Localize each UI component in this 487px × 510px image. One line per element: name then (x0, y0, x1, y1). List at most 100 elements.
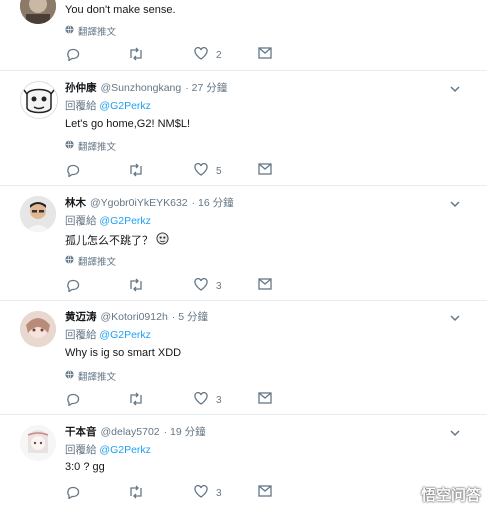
translate-label: 翻譯推文 (78, 142, 117, 153)
avatar[interactable] (20, 196, 56, 232)
retweet-icon (128, 392, 144, 409)
reply-button[interactable] (66, 392, 80, 409)
translate-globe-icon (65, 140, 74, 152)
timestamp[interactable]: · 16 分鐘 (192, 197, 234, 209)
tweet-text: 孤儿怎么不跳了？ (65, 235, 153, 247)
handle[interactable]: @Ygobr0iYkEYK632 (90, 197, 188, 209)
action-bar: 3 (66, 484, 286, 502)
mention-link[interactable]: @G2Perkz (99, 329, 151, 341)
reply-icon (66, 278, 80, 295)
handle[interactable]: @delay5702 (101, 426, 160, 438)
like-icon (194, 162, 208, 179)
retweet-button[interactable] (128, 163, 144, 180)
translate-link[interactable]: 翻譯推文 (65, 254, 116, 268)
translate-link[interactable]: 翻譯推文 (65, 369, 116, 383)
tweet-0[interactable]: You don't make sense. 翻譯推文 2 (0, 0, 487, 71)
message-button[interactable] (258, 163, 272, 178)
tweet-body: 孤儿怎么不跳了？ (65, 232, 169, 248)
emoji-icon (156, 232, 169, 248)
like-count: 5 (216, 165, 222, 177)
like-count: 3 (216, 487, 222, 499)
chevron-down-icon[interactable] (449, 82, 461, 94)
message-icon (258, 485, 272, 500)
chevron-down-icon[interactable] (449, 311, 461, 323)
mention-link[interactable]: @G2Perkz (99, 444, 151, 456)
retweet-button[interactable] (128, 278, 144, 295)
tweet-text: Let's go home,G2! NM$L! (65, 118, 190, 130)
like-button[interactable]: 3 (194, 484, 222, 501)
translate-globe-icon (65, 25, 74, 37)
watermark-logo-icon (396, 482, 417, 506)
reply-button[interactable] (66, 47, 80, 64)
mention-link[interactable]: @G2Perkz (99, 215, 151, 227)
like-icon (194, 277, 208, 294)
retweet-icon (128, 278, 144, 295)
retweet-icon (128, 47, 144, 64)
like-button[interactable]: 2 (194, 46, 222, 63)
reply-context: 回覆給 @G2Perkz (65, 100, 151, 112)
action-bar: 5 (66, 162, 286, 180)
retweet-icon (128, 485, 144, 502)
display-name[interactable]: 孙仲康 (65, 82, 97, 94)
tweet-3[interactable]: 黄迈涛 @Kotori0912h · 5 分鐘 回覆給 @G2Perkz Why i… (0, 301, 487, 415)
display-name[interactable]: 黄迈涛 (65, 311, 97, 323)
retweet-button[interactable] (128, 47, 144, 64)
like-count: 3 (216, 280, 222, 292)
tweet-text: 3:0 ? gg (65, 461, 105, 473)
translate-link[interactable]: 翻譯推文 (65, 139, 116, 153)
reply-icon (66, 47, 80, 64)
tweet-1[interactable]: 孙仲康 @Sunzhongkang · 27 分鐘 回覆給 @G2Perkz Let… (0, 71, 487, 186)
tweet-text: Why is ig so smart XDD (65, 347, 182, 359)
reply-icon (66, 392, 80, 409)
message-icon (258, 163, 272, 178)
timestamp[interactable]: · 5 分鐘 (172, 311, 208, 323)
avatar[interactable] (20, 81, 58, 119)
translate-link[interactable]: 翻譯推文 (65, 24, 116, 38)
like-icon (194, 484, 208, 501)
like-count: 3 (216, 394, 222, 406)
like-icon (194, 46, 208, 63)
like-icon (194, 391, 208, 408)
translate-label: 翻譯推文 (78, 372, 117, 383)
like-button[interactable]: 3 (194, 277, 222, 294)
action-bar: 3 (66, 391, 286, 409)
avatar[interactable] (20, 425, 56, 461)
reply-button[interactable] (66, 278, 80, 295)
retweet-button[interactable] (128, 392, 144, 409)
translate-globe-icon (65, 370, 74, 382)
retweet-button[interactable] (128, 485, 144, 502)
action-bar: 2 (66, 46, 286, 64)
message-icon (258, 47, 272, 62)
reply-button[interactable] (66, 485, 80, 502)
mention-link[interactable]: @G2Perkz (99, 100, 151, 112)
retweet-icon (128, 163, 144, 180)
reply-context: 回覆給 @G2Perkz (65, 329, 151, 341)
message-button[interactable] (258, 47, 272, 62)
translate-globe-icon (65, 255, 74, 267)
display-name[interactable]: 林木 (65, 197, 86, 209)
message-button[interactable] (258, 278, 272, 293)
message-button[interactable] (258, 485, 272, 500)
like-button[interactable]: 5 (194, 162, 222, 179)
tweet-2[interactable]: 林木 @Ygobr0iYkEYK632 · 16 分鐘 回覆給 @G2Perkz 孤… (0, 186, 487, 301)
chevron-down-icon[interactable] (449, 197, 461, 209)
handle[interactable]: @Kotori0912h (101, 311, 168, 323)
reply-context: 回覆給 @G2Perkz (65, 215, 151, 227)
reply-icon (66, 485, 80, 502)
tweet-text: You don't make sense. (65, 4, 176, 16)
avatar[interactable] (20, 311, 56, 347)
timestamp[interactable]: · 27 分鐘 (185, 82, 227, 94)
translate-label: 翻譯推文 (78, 257, 117, 268)
message-icon (258, 278, 272, 293)
chevron-down-icon[interactable] (449, 426, 461, 438)
reply-button[interactable] (66, 163, 80, 180)
timestamp[interactable]: · 19 分鐘 (164, 426, 206, 438)
action-bar: 3 (66, 277, 286, 295)
message-icon (258, 392, 272, 407)
avatar[interactable] (20, 0, 56, 24)
display-name[interactable]: 干本音 (65, 426, 97, 438)
handle[interactable]: @Sunzhongkang (101, 82, 182, 94)
like-button[interactable]: 3 (194, 391, 222, 408)
watermark-text: 悟空问答 (420, 486, 481, 504)
message-button[interactable] (258, 392, 272, 407)
